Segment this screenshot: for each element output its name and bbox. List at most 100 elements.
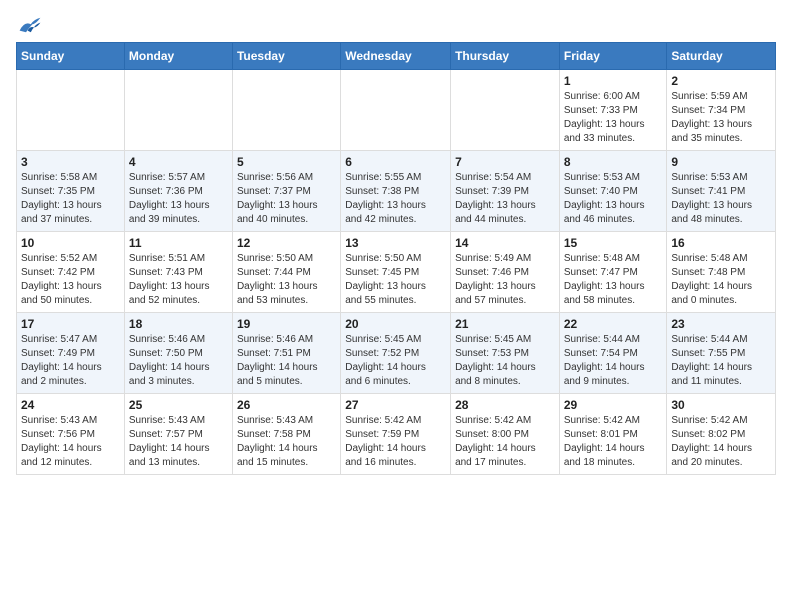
calendar-cell: 6 Sunrise: 5:55 AM Sunset: 7:38 PM Daylig… <box>341 151 451 232</box>
page-header <box>16 16 776 34</box>
calendar-week-row: 10 Sunrise: 5:52 AM Sunset: 7:42 PM Dayli… <box>17 232 776 313</box>
day-number: 30 <box>671 398 771 412</box>
day-info: Sunrise: 5:42 AM Sunset: 8:00 PM Dayligh… <box>455 414 555 470</box>
day-info: Sunrise: 5:42 AM Sunset: 8:02 PM Dayligh… <box>671 414 771 470</box>
logo-bird-icon <box>18 16 42 34</box>
day-info: Sunrise: 5:50 AM Sunset: 7:44 PM Dayligh… <box>237 252 336 308</box>
day-info: Sunrise: 5:54 AM Sunset: 7:39 PM Dayligh… <box>455 171 555 227</box>
day-number: 20 <box>345 317 446 331</box>
day-number: 17 <box>21 317 120 331</box>
calendar-week-row: 1 Sunrise: 6:00 AM Sunset: 7:33 PM Daylig… <box>17 70 776 151</box>
calendar-cell: 14 Sunrise: 5:49 AM Sunset: 7:46 PM Dayli… <box>451 232 560 313</box>
day-number: 23 <box>671 317 771 331</box>
calendar-cell: 22 Sunrise: 5:44 AM Sunset: 7:54 PM Dayli… <box>559 313 667 394</box>
day-number: 2 <box>671 74 771 88</box>
header-friday: Friday <box>559 43 667 70</box>
day-info: Sunrise: 5:42 AM Sunset: 8:01 PM Dayligh… <box>564 414 663 470</box>
calendar-cell: 8Sunrise: 5:53 AM Sunset: 7:40 PM Daylig… <box>559 151 667 232</box>
day-number: 3 <box>21 155 120 169</box>
calendar-cell <box>124 70 232 151</box>
day-info: Sunrise: 5:59 AM Sunset: 7:34 PM Dayligh… <box>671 90 771 146</box>
day-number: 7 <box>455 155 555 169</box>
calendar-cell: 19 Sunrise: 5:46 AM Sunset: 7:51 PM Dayli… <box>232 313 340 394</box>
header-monday: Monday <box>124 43 232 70</box>
calendar-week-row: 24 Sunrise: 5:43 AM Sunset: 7:56 PM Dayli… <box>17 394 776 475</box>
day-number: 14 <box>455 236 555 250</box>
calendar-cell: 16 Sunrise: 5:48 AM Sunset: 7:48 PM Dayli… <box>667 232 776 313</box>
day-info: Sunrise: 5:45 AM Sunset: 7:53 PM Dayligh… <box>455 333 555 389</box>
day-info: Sunrise: 5:53 AM Sunset: 7:41 PM Dayligh… <box>671 171 771 227</box>
calendar-cell: 15 Sunrise: 5:48 AM Sunset: 7:47 PM Dayli… <box>559 232 667 313</box>
calendar-cell: 18 Sunrise: 5:46 AM Sunset: 7:50 PM Dayli… <box>124 313 232 394</box>
calendar-cell: 21Sunrise: 5:45 AM Sunset: 7:53 PM Dayli… <box>451 313 560 394</box>
day-number: 4 <box>129 155 228 169</box>
header-row: Sunday Monday Tuesday Wednesday Thursday… <box>17 43 776 70</box>
calendar-cell: 13Sunrise: 5:50 AM Sunset: 7:45 PM Dayli… <box>341 232 451 313</box>
day-number: 29 <box>564 398 663 412</box>
calendar-cell: 24 Sunrise: 5:43 AM Sunset: 7:56 PM Dayli… <box>17 394 125 475</box>
day-number: 16 <box>671 236 771 250</box>
header-thursday: Thursday <box>451 43 560 70</box>
calendar-week-row: 3 Sunrise: 5:58 AM Sunset: 7:35 PM Daylig… <box>17 151 776 232</box>
calendar-cell: 1 Sunrise: 6:00 AM Sunset: 7:33 PM Daylig… <box>559 70 667 151</box>
calendar-week-row: 17 Sunrise: 5:47 AM Sunset: 7:49 PM Dayli… <box>17 313 776 394</box>
calendar-table: Sunday Monday Tuesday Wednesday Thursday… <box>16 42 776 475</box>
day-number: 26 <box>237 398 336 412</box>
day-info: Sunrise: 5:46 AM Sunset: 7:51 PM Dayligh… <box>237 333 336 389</box>
day-number: 18 <box>129 317 228 331</box>
day-number: 13 <box>345 236 446 250</box>
day-info: Sunrise: 5:58 AM Sunset: 7:35 PM Dayligh… <box>21 171 120 227</box>
day-number: 11 <box>129 236 228 250</box>
calendar-cell: 26Sunrise: 5:43 AM Sunset: 7:58 PM Dayli… <box>232 394 340 475</box>
calendar-cell: 2 Sunrise: 5:59 AM Sunset: 7:34 PM Daylig… <box>667 70 776 151</box>
calendar-cell: 28 Sunrise: 5:42 AM Sunset: 8:00 PM Dayli… <box>451 394 560 475</box>
header-saturday: Saturday <box>667 43 776 70</box>
day-number: 8 <box>564 155 663 169</box>
day-info: Sunrise: 5:51 AM Sunset: 7:43 PM Dayligh… <box>129 252 228 308</box>
day-number: 5 <box>237 155 336 169</box>
day-number: 15 <box>564 236 663 250</box>
day-info: Sunrise: 5:43 AM Sunset: 7:57 PM Dayligh… <box>129 414 228 470</box>
day-info: Sunrise: 5:46 AM Sunset: 7:50 PM Dayligh… <box>129 333 228 389</box>
calendar-cell: 23 Sunrise: 5:44 AM Sunset: 7:55 PM Dayli… <box>667 313 776 394</box>
day-info: Sunrise: 5:45 AM Sunset: 7:52 PM Dayligh… <box>345 333 446 389</box>
calendar-cell: 27 Sunrise: 5:42 AM Sunset: 7:59 PM Dayli… <box>341 394 451 475</box>
day-info: Sunrise: 5:48 AM Sunset: 7:47 PM Dayligh… <box>564 252 663 308</box>
day-number: 24 <box>21 398 120 412</box>
day-info: Sunrise: 5:43 AM Sunset: 7:56 PM Dayligh… <box>21 414 120 470</box>
day-number: 27 <box>345 398 446 412</box>
day-number: 12 <box>237 236 336 250</box>
day-info: Sunrise: 6:00 AM Sunset: 7:33 PM Dayligh… <box>564 90 663 146</box>
day-number: 10 <box>21 236 120 250</box>
calendar-cell: 3 Sunrise: 5:58 AM Sunset: 7:35 PM Daylig… <box>17 151 125 232</box>
day-number: 6 <box>345 155 446 169</box>
day-info: Sunrise: 5:52 AM Sunset: 7:42 PM Dayligh… <box>21 252 120 308</box>
day-info: Sunrise: 5:42 AM Sunset: 7:59 PM Dayligh… <box>345 414 446 470</box>
day-number: 22 <box>564 317 663 331</box>
day-number: 19 <box>237 317 336 331</box>
calendar-header: Sunday Monday Tuesday Wednesday Thursday… <box>17 43 776 70</box>
logo <box>16 16 42 34</box>
day-info: Sunrise: 5:44 AM Sunset: 7:54 PM Dayligh… <box>564 333 663 389</box>
day-info: Sunrise: 5:44 AM Sunset: 7:55 PM Dayligh… <box>671 333 771 389</box>
calendar-cell: 17 Sunrise: 5:47 AM Sunset: 7:49 PM Dayli… <box>17 313 125 394</box>
calendar-body: 1 Sunrise: 6:00 AM Sunset: 7:33 PM Daylig… <box>17 70 776 475</box>
day-info: Sunrise: 5:48 AM Sunset: 7:48 PM Dayligh… <box>671 252 771 308</box>
calendar-cell: 20 Sunrise: 5:45 AM Sunset: 7:52 PM Dayli… <box>341 313 451 394</box>
day-number: 1 <box>564 74 663 88</box>
calendar-cell <box>17 70 125 151</box>
day-info: Sunrise: 5:47 AM Sunset: 7:49 PM Dayligh… <box>21 333 120 389</box>
header-sunday: Sunday <box>17 43 125 70</box>
day-number: 9 <box>671 155 771 169</box>
day-info: Sunrise: 5:56 AM Sunset: 7:37 PM Dayligh… <box>237 171 336 227</box>
day-info: Sunrise: 5:49 AM Sunset: 7:46 PM Dayligh… <box>455 252 555 308</box>
day-info: Sunrise: 5:55 AM Sunset: 7:38 PM Dayligh… <box>345 171 446 227</box>
header-tuesday: Tuesday <box>232 43 340 70</box>
calendar-cell <box>451 70 560 151</box>
calendar-cell: 29 Sunrise: 5:42 AM Sunset: 8:01 PM Dayli… <box>559 394 667 475</box>
calendar-cell: 5 Sunrise: 5:56 AM Sunset: 7:37 PM Daylig… <box>232 151 340 232</box>
calendar-cell: 11 Sunrise: 5:51 AM Sunset: 7:43 PM Dayli… <box>124 232 232 313</box>
day-number: 28 <box>455 398 555 412</box>
calendar-cell <box>232 70 340 151</box>
calendar-cell <box>341 70 451 151</box>
